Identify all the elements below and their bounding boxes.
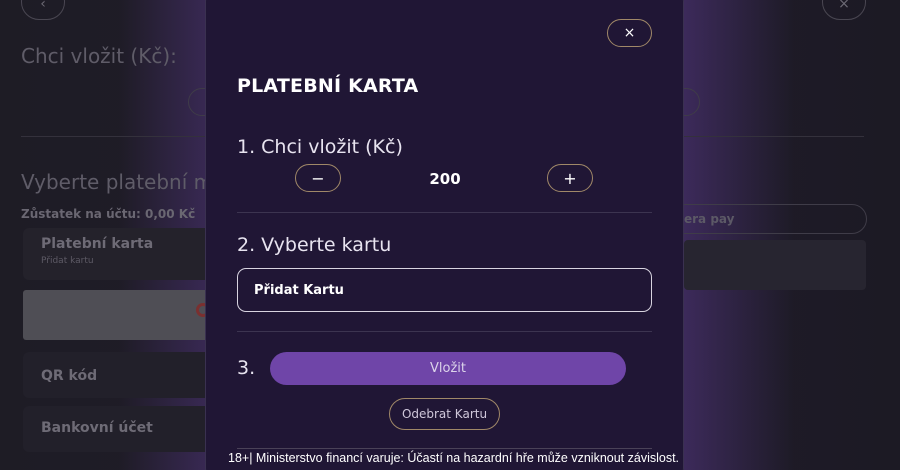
chevron-left-icon: ‹ [40, 0, 46, 12]
gambling-warning: 18+| Ministerstvo financí varuje: Účastí… [228, 451, 680, 465]
close-icon: × [623, 25, 636, 41]
right-method-card[interactable] [684, 240, 866, 290]
divider [237, 448, 652, 449]
page-title: Chci vložit (Kč): [21, 44, 177, 68]
method-subtitle: Přidat kartu [41, 256, 94, 266]
divider [237, 212, 652, 213]
divider [237, 331, 652, 332]
card-select-field[interactable] [237, 268, 652, 312]
close-icon: × [838, 0, 850, 12]
pay-option-label: era pay [684, 212, 735, 226]
account-balance: Zůstatek na účtu: 0,00 Kč [21, 207, 196, 221]
method-name: Platební karta [41, 236, 154, 252]
method-name: Bankovní účet [41, 420, 153, 436]
plus-icon: + [563, 168, 577, 188]
method-name: QR kód [41, 368, 98, 384]
modal-close-button[interactable]: × [607, 19, 652, 47]
selected-method-panel [23, 290, 213, 340]
remove-card-button[interactable]: Odebrat Kartu [389, 398, 500, 430]
payment-method-title: Vyberte platební me [21, 170, 226, 194]
step1-label: 1. Chci vložit (Kč) [237, 136, 403, 158]
modal-title: PLATEBNÍ KARTA [237, 75, 419, 97]
increase-amount-button[interactable]: + [547, 164, 593, 192]
payment-card-modal: × PLATEBNÍ KARTA 1. Chci vložit (Kč) − 2… [205, 0, 684, 470]
decrease-amount-button[interactable]: − [295, 164, 341, 192]
minus-icon: − [311, 168, 325, 188]
step3-label: 3. [237, 357, 256, 379]
modal-glow-right [684, 0, 794, 470]
deposit-button[interactable]: Vložit [270, 352, 626, 385]
amount-value: 200 [429, 170, 461, 188]
step2-label: 2. Vyberte kartu [237, 234, 392, 256]
